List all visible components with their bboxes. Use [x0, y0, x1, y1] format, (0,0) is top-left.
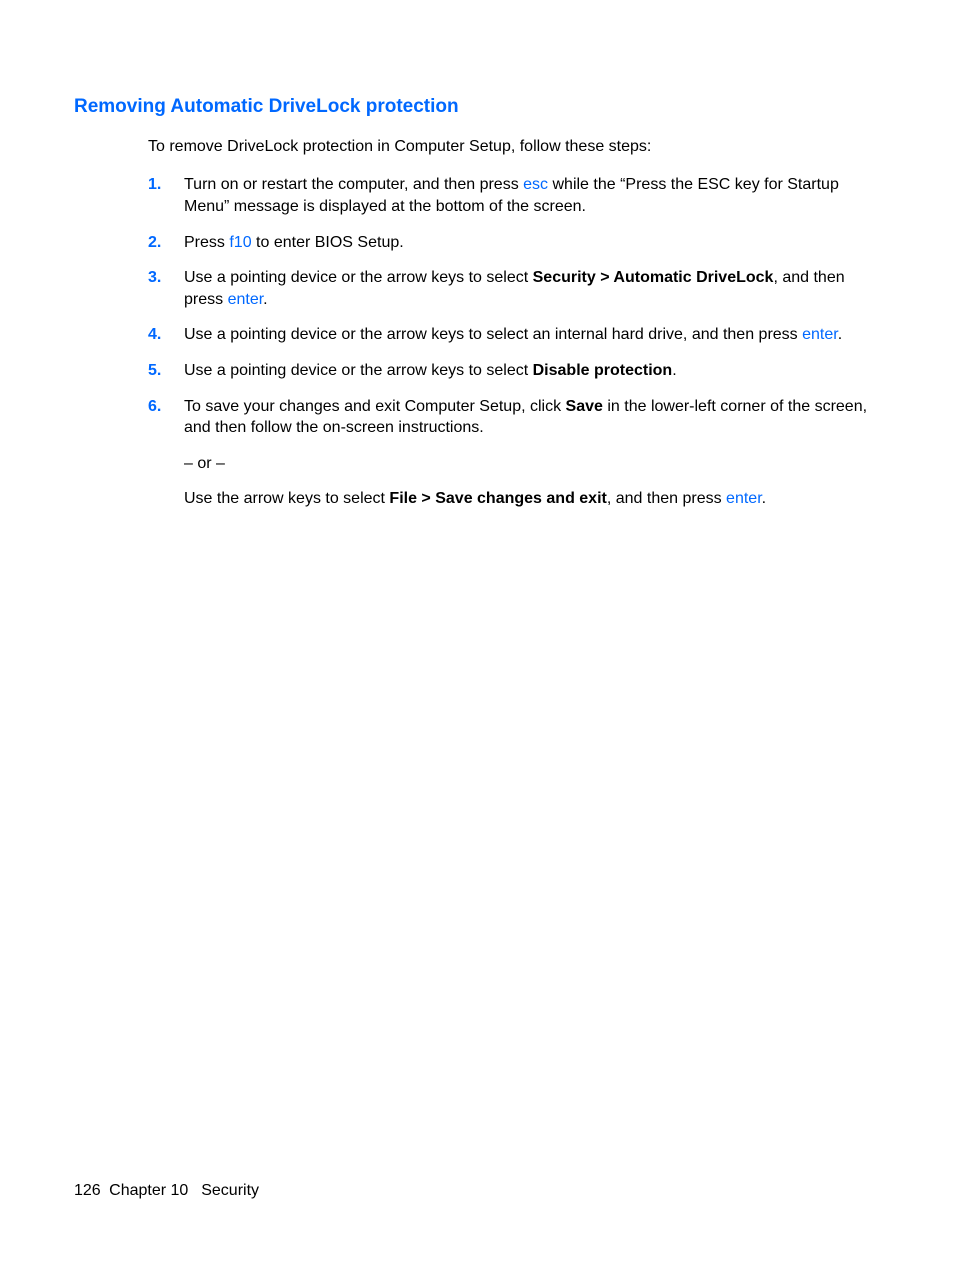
step-text: Use the arrow keys to select File > Save…: [184, 488, 880, 510]
section-heading: Removing Automatic DriveLock protection: [74, 96, 880, 118]
esc-key: esc: [523, 176, 548, 193]
step-text: Press f10 to enter BIOS Setup.: [184, 232, 880, 254]
step-4: 4. Use a pointing device or the arrow ke…: [148, 324, 880, 346]
save-label: Save: [566, 398, 603, 415]
step-text: Use a pointing device or the arrow keys …: [184, 360, 880, 382]
enter-key: enter: [228, 291, 264, 308]
enter-key: enter: [802, 326, 838, 343]
step-3: 3. Use a pointing device or the arrow ke…: [148, 267, 880, 310]
step-number: 2.: [148, 232, 184, 254]
step-text: Use a pointing device or the arrow keys …: [184, 267, 880, 310]
step-number: 4.: [148, 324, 184, 346]
chapter-label: Chapter 10: [109, 1182, 188, 1199]
menu-path: Security > Automatic DriveLock: [533, 269, 774, 286]
enter-key: enter: [726, 490, 762, 507]
step-text: To save your changes and exit Computer S…: [184, 396, 880, 439]
menu-option: Disable protection: [533, 362, 673, 379]
page-number: 126: [74, 1182, 101, 1199]
menu-path: File > Save changes and exit: [389, 490, 606, 507]
step-text: Turn on or restart the computer, and the…: [184, 174, 880, 217]
step-text: Use a pointing device or the arrow keys …: [184, 324, 880, 346]
step-5: 5. Use a pointing device or the arrow ke…: [148, 360, 880, 382]
f10-key: f10: [229, 234, 251, 251]
step-number: 1.: [148, 174, 184, 217]
step-1: 1. Turn on or restart the computer, and …: [148, 174, 880, 217]
step-number: 5.: [148, 360, 184, 382]
or-separator: – or –: [184, 453, 880, 475]
page-footer: 126 Chapter 10 Security: [74, 1182, 263, 1200]
step-number: 6.: [148, 396, 184, 510]
intro-paragraph: To remove DriveLock protection in Comput…: [148, 136, 880, 158]
chapter-title: Security: [201, 1182, 259, 1199]
step-number: 3.: [148, 267, 184, 310]
steps-list: 1. Turn on or restart the computer, and …: [148, 174, 880, 510]
step-6: 6. To save your changes and exit Compute…: [148, 396, 880, 510]
step-2: 2. Press f10 to enter BIOS Setup.: [148, 232, 880, 254]
